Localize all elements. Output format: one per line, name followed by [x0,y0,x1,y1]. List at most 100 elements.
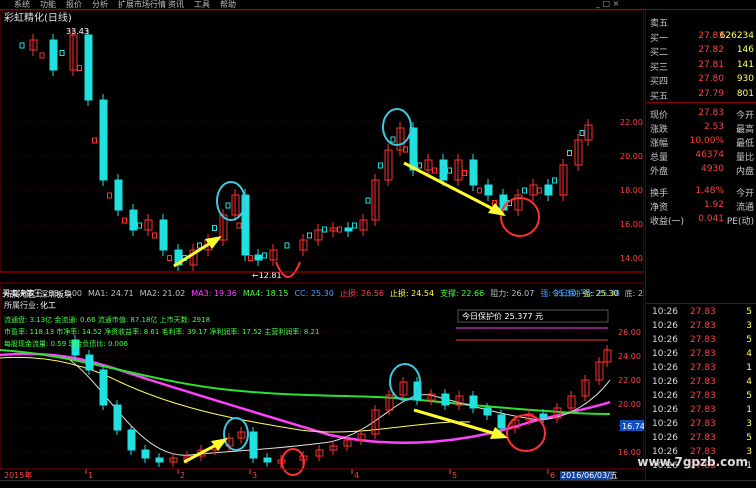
price-axis-label: 22.00 [620,118,643,127]
menu-news[interactable]: 资讯 [168,0,184,10]
order-book-row[interactable]: 买五 27.79 801 [650,89,754,103]
tick-time: 10:26 [652,335,678,345]
tick-time: 10:26 [652,377,678,387]
price-axis-label: 20.00 [620,152,643,161]
indicator-value: MA3: 19.36 [191,289,237,298]
month-ticks: 1 2 3 4 5 6 [85,469,555,480]
tick-volume: 5 [746,433,752,443]
tick-row: 10:26 27.83 5 [652,307,754,321]
candle-body [469,159,478,186]
tick-price: 27.83 [690,335,716,345]
stat-row: 总量 46374 量比 [650,150,754,164]
indicator-value: 阻力: 26.07 [490,289,535,298]
candle-body [127,429,136,451]
tick-volume: 3 [746,419,752,429]
menu-tools[interactable]: 工具 [194,0,210,10]
candle-body [254,254,263,261]
stat-extra: 最高 [735,125,754,135]
stat-label: 净资 [650,203,669,213]
order-level: 买三 [650,62,669,73]
industry-value: 化工 [40,300,56,310]
tick-time: 10:26 [652,419,678,429]
price-axis-label: 24.00 [618,352,641,361]
tick-time: 10:26 [652,349,678,359]
industry-label: 所属行业: [4,300,39,310]
indicator-value: 底: 25.30 [624,289,644,298]
candle-body [49,39,58,71]
stat-extra: 内盘 [735,167,754,177]
month-label: 2 [180,471,185,480]
tick-row: 10:26 27.83 1 [652,405,754,419]
candle-body [129,209,138,231]
quote-separator [646,303,756,304]
quote-panel: 卖五 买一 27.83 626234 买二 27.82 146 买三 27.81 141 买四 27.… [645,10,756,480]
stat-value: 0.041 [698,214,724,224]
stat-extra: 最低 [735,139,754,149]
order-book-row[interactable]: 买一 27.83 626234 [650,31,754,45]
menu-system[interactable]: 系统 [14,0,30,10]
order-book-row[interactable]: 买二 27.82 146 [650,45,754,59]
month-label: 6 [550,471,555,480]
high-label: 33.43 [66,27,89,36]
stat-extra: 流通 [735,203,754,213]
stat-value: 2.53 [703,122,724,132]
fundamentals-line-3: 每股现金流量: 0.59 现金负债比: 0.006 [4,339,129,348]
order-price: 27.81 [698,59,724,70]
price-axis-label: 26.00 [618,328,641,337]
order-book-row[interactable]: 买四 27.80 930 [650,74,754,88]
stat-extra: PE(动) [726,217,754,227]
candle-body [84,34,93,101]
tick-time: 10:26 [652,363,678,373]
tick-row: 10:26 27.83 4 [652,349,754,363]
candle-body [439,159,448,181]
tick-price: 27.83 [690,419,716,429]
watermark: www.7gpzb.com [637,455,748,469]
candle-body [99,369,108,406]
kline-svg[interactable]: 22.00 20.00 18.00 16.00 14.00 彩虹精化(日线) 33.43… [0,9,645,480]
tick-price: 27.83 [690,405,716,415]
menu-help[interactable]: 帮助 [220,0,236,10]
menu-spacer [250,0,590,9]
tick-price: 27.83 [690,433,716,443]
indicator-value: 止损: 26.56 [339,289,384,298]
indicator-value: BS: 1.00 [48,289,83,298]
window-controls[interactable]: _ □ × [596,0,619,8]
stock-title: 彩虹精化(日线) [4,11,72,24]
tick-volume: 5 [746,307,752,317]
date-start: 2015年 [4,470,32,480]
candle-body [114,179,123,211]
candle-body [441,393,450,406]
tick-row: 10:26 27.83 4 [652,377,754,391]
order-volume: 930 [736,74,754,84]
candle-body [155,457,164,463]
tick-volume: 1 [746,405,752,415]
stat-extra: 量比 [735,153,754,163]
tick-time: 10:26 [652,307,678,317]
tick-price: 27.83 [690,307,716,317]
stat-row: 外盘 4930 内盘 [650,164,754,178]
candle-body [344,227,353,232]
chart-area[interactable]: 22.00 20.00 18.00 16.00 14.00 彩虹精化(日线) 33.43… [0,9,645,480]
order-level: 买五 [650,91,669,102]
quote-separator [646,102,756,103]
menu-quote[interactable]: 报价 [66,0,82,10]
stat-label: 收益(一) [650,217,685,227]
fundamentals-line-1: 流通盘: 3.13亿 金流通: 0.66 流通市值: 87.18亿 上市天数: … [4,315,210,324]
menu-function[interactable]: 功能 [40,0,56,10]
order-level: 买二 [650,48,669,58]
candle-body [249,431,258,459]
tick-row: 10:26 27.83 5 [652,391,754,405]
order-book-row[interactable]: 卖五 [650,16,754,30]
stat-label: 总量 [650,153,669,163]
menu-analysis[interactable]: 分析 [92,0,108,10]
order-book-row[interactable]: 买三 27.81 141 [650,60,754,74]
stat-label: 外盘 [650,167,669,177]
indicator-value: 支撑: 22.66 [440,289,485,298]
stat-value: 46374 [695,150,724,160]
indicator-value: MA4: 18.15 [242,289,289,298]
menu-ext-market[interactable]: 扩展市场行情 [118,0,166,10]
candle-body [544,184,553,196]
stat-label: 涨跌 [650,125,669,135]
order-price: 27.79 [698,88,724,99]
indicator-name[interactable]: 买卖决策王 [2,289,42,298]
